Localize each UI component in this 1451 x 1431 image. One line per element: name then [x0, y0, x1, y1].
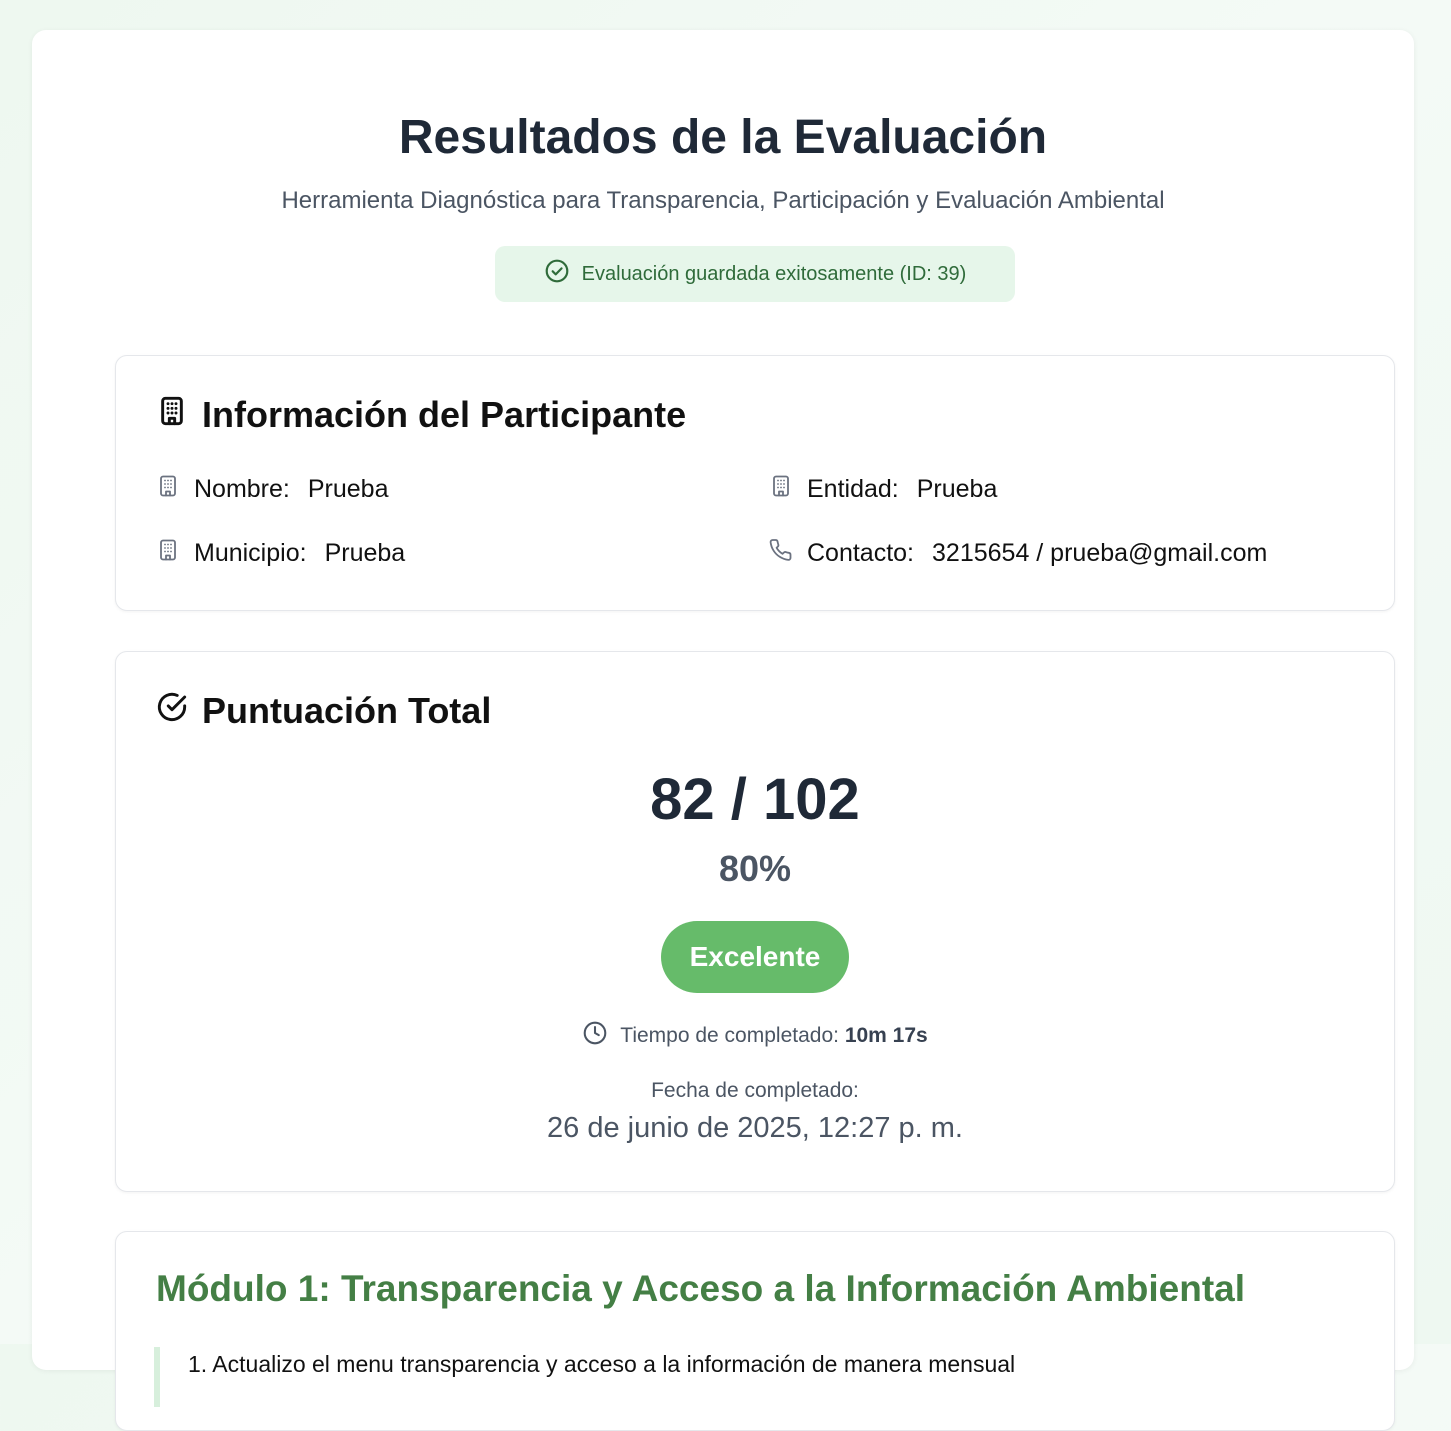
info-value: 3215654 / prueba@gmail.com [932, 539, 1268, 567]
score-value: 82 / 102 [650, 767, 860, 832]
saved-status-badge: Evaluación guardada exitosamente (ID: 39… [495, 246, 1015, 302]
check-circle-icon [156, 690, 188, 732]
info-value: Prueba [307, 475, 389, 503]
rating-badge: Excelente [661, 921, 849, 993]
info-municipio: Municipio: Prueba [156, 538, 405, 569]
date-label: Fecha de completado: [651, 1079, 859, 1102]
info-label: Nombre: [194, 475, 290, 503]
info-entidad: Entidad: Prueba [769, 474, 997, 505]
completion-time: Tiempo de completado: 10m 17s [116, 1020, 1394, 1052]
score-heading: Puntuación Total [156, 690, 491, 732]
building-icon [156, 474, 180, 505]
participant-heading-text: Información del Participante [202, 394, 687, 435]
building-icon [156, 394, 188, 436]
building-icon [156, 538, 180, 569]
clock-icon [582, 1020, 608, 1052]
page-title: Resultados de la Evaluación [398, 111, 1048, 164]
time-value: 10m 17s [844, 1024, 928, 1047]
score-heading-text: Puntuación Total [202, 690, 492, 731]
check-circle-icon [544, 258, 570, 290]
participant-info-section: Información del Participante Nombre: Pru… [115, 355, 1395, 611]
saved-status-text: Evaluación guardada exitosamente (ID: 39… [581, 262, 967, 285]
results-card: Resultados de la Evaluación Herramienta … [32, 30, 1414, 1431]
module-title: Módulo 1: Transparencia y Acceso a la In… [156, 1268, 1246, 1309]
info-label: Municipio: [194, 539, 307, 567]
score-percent: 80% [718, 848, 792, 889]
page-subtitle: Herramienta Diagnóstica para Transparenc… [281, 187, 1165, 214]
participant-heading: Información del Participante [156, 394, 686, 436]
info-value: Prueba [324, 539, 406, 567]
phone-icon [769, 538, 793, 569]
date-value: 26 de junio de 2025, 12:27 p. m. [547, 1112, 963, 1144]
info-nombre: Nombre: Prueba [156, 474, 389, 505]
question-item: 1. Actualizo el menu transparencia y acc… [154, 1347, 1354, 1407]
module-section: Módulo 1: Transparencia y Acceso a la In… [115, 1231, 1395, 1431]
total-score-section: Puntuación Total 82 / 102 80% Excelente … [115, 651, 1395, 1192]
building-icon [769, 474, 793, 505]
info-value: Prueba [916, 475, 998, 503]
info-label: Contacto: [807, 539, 915, 567]
info-label: Entidad: [807, 475, 899, 503]
time-label: Tiempo de completado: [620, 1024, 839, 1047]
info-contacto: Contacto: 3215654 / prueba@gmail.com [769, 538, 1267, 569]
